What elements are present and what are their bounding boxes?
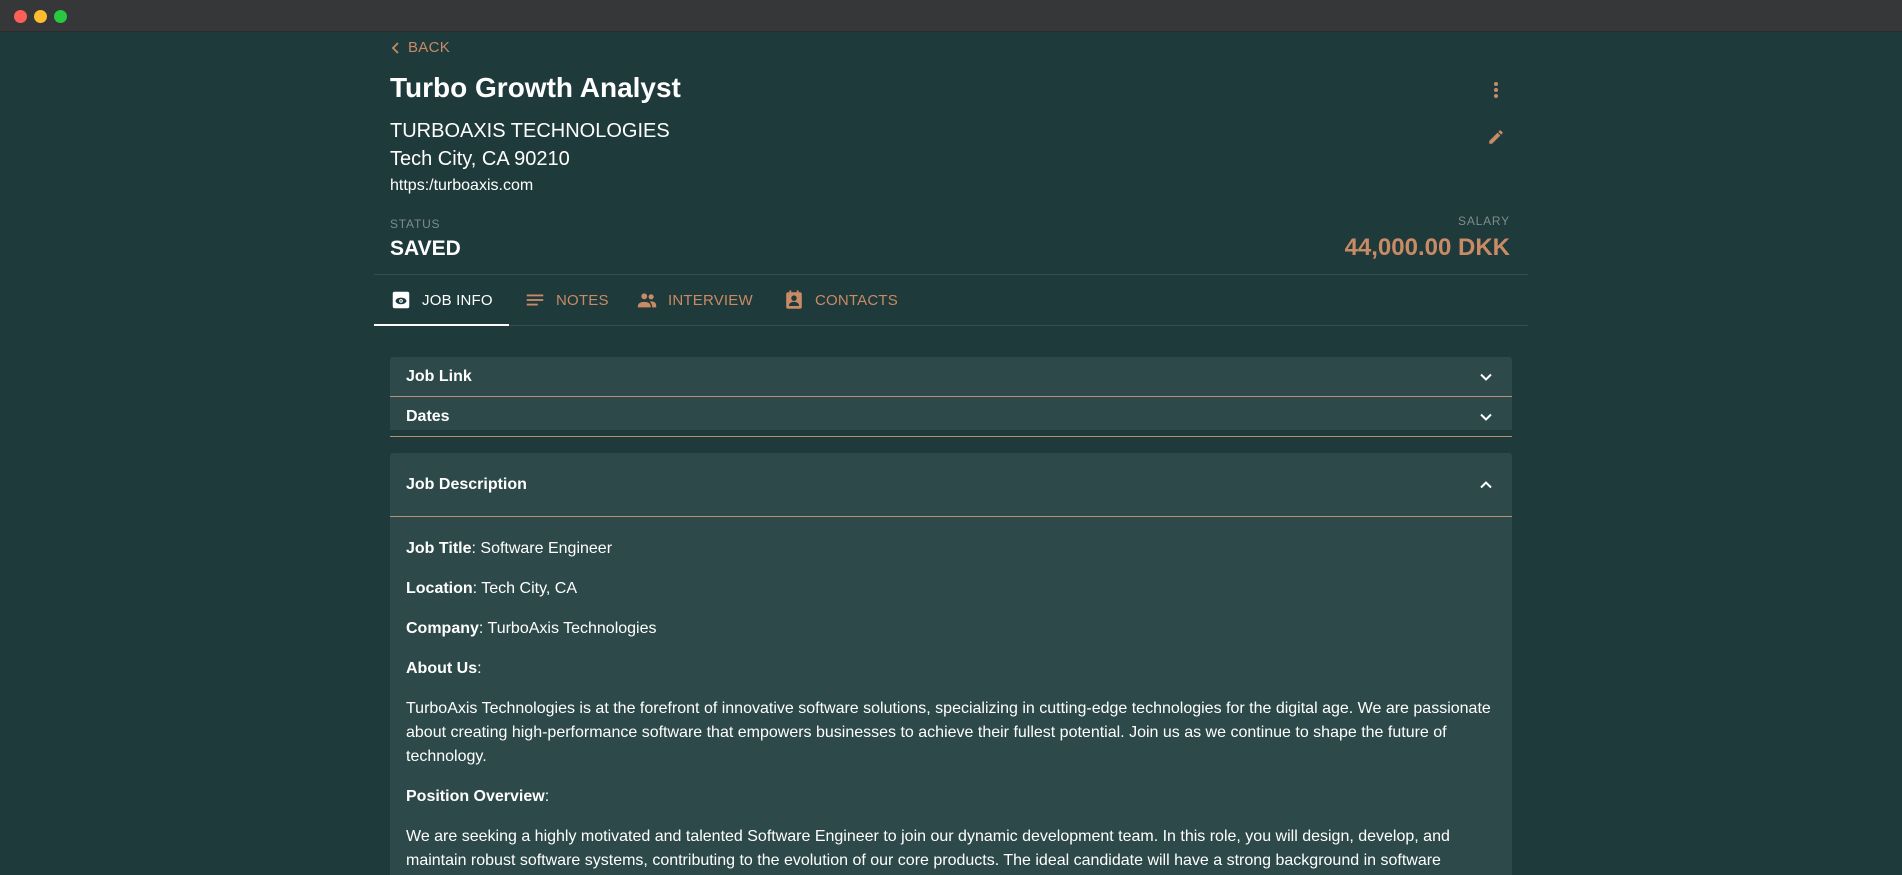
field-value: : Tech City, CA	[472, 580, 577, 597]
tab-interview-label: INTERVIEW	[668, 291, 753, 309]
window-maximize-button[interactable]	[54, 10, 67, 23]
description-line: Company: TurboAxis Technologies	[406, 617, 1496, 641]
tab-contacts[interactable]: CONTACTS	[783, 275, 898, 325]
description-line: Location: Tech City, CA	[406, 577, 1496, 601]
chevron-up-icon	[1480, 480, 1492, 488]
salary-value: 44,000.00 DKK	[1344, 234, 1510, 261]
people-icon	[637, 293, 657, 308]
job-description-section: Job Description Job Title: Software Engi…	[390, 453, 1512, 875]
about-paragraph: TurboAxis Technologies is at the forefro…	[406, 700, 1491, 765]
description-line: About Us:	[406, 657, 1496, 681]
contact-card-icon	[786, 290, 802, 309]
field-colon: :	[477, 660, 482, 677]
tab-notes-label: NOTES	[556, 291, 609, 309]
tab-interview[interactable]: INTERVIEW	[636, 275, 753, 325]
back-label: BACK	[408, 39, 451, 56]
pencil-icon	[1489, 130, 1503, 144]
field-value: : Software Engineer	[471, 540, 613, 557]
chevron-down-icon	[1480, 373, 1492, 381]
edit-button[interactable]	[1482, 123, 1510, 151]
back-button[interactable]: BACK	[390, 39, 450, 56]
chevron-down-icon	[1480, 413, 1492, 421]
more-options-button[interactable]	[1482, 76, 1510, 104]
field-label: Job Title	[406, 540, 472, 557]
more-vertical-icon	[1494, 82, 1498, 98]
overview-paragraph: We are seeking a highly motivated and ta…	[406, 828, 1450, 869]
accordion-group: Job Link Dates	[390, 357, 1512, 437]
description-line: Job Title: Software Engineer	[406, 537, 1496, 561]
field-label: Position Overview	[406, 788, 545, 805]
job-detail-page: BACK Turbo Growth Analyst TURBOAXIS TECH…	[374, 32, 1528, 875]
field-label: Location	[406, 580, 473, 597]
description-line: Position Overview:	[406, 785, 1496, 809]
field-value: : TurboAxis Technologies	[478, 620, 657, 637]
page-title: Turbo Growth Analyst	[390, 72, 681, 103]
status-label: STATUS	[390, 217, 441, 231]
field-colon: :	[544, 788, 550, 805]
field-label: Company	[406, 620, 479, 637]
job-description-title: Job Description	[406, 475, 527, 493]
job-description-body: Job Title: Software Engineer Location: T…	[390, 517, 1512, 873]
company-name: TURBOAXIS TECHNOLOGIES	[390, 120, 670, 142]
notes-lines-icon	[526, 294, 544, 306]
section-divider	[390, 436, 1512, 437]
window-titlebar	[0, 0, 1902, 32]
tab-contacts-label: CONTACTS	[815, 291, 898, 309]
tab-bar: JOB INFO NOTES INTERVIEW CONTACTS	[374, 274, 1528, 326]
job-link-section-header[interactable]: Job Link	[390, 357, 1512, 396]
salary-label: SALARY	[1458, 214, 1510, 228]
company-website[interactable]: https:/turboaxis.com	[390, 177, 533, 195]
dates-section-header[interactable]: Dates	[390, 397, 1512, 436]
window-minimize-button[interactable]	[34, 10, 47, 23]
company-location: Tech City, CA 90210	[390, 148, 570, 170]
tab-notes[interactable]: NOTES	[524, 275, 609, 325]
status-value: SAVED	[390, 237, 461, 260]
window-close-button[interactable]	[14, 10, 27, 23]
tab-job-info[interactable]: JOB INFO	[374, 275, 509, 326]
job-link-title: Job Link	[406, 367, 472, 385]
job-description-section-header[interactable]: Job Description	[390, 453, 1512, 516]
tab-job-info-label: JOB INFO	[422, 291, 493, 309]
dates-title: Dates	[406, 407, 450, 425]
field-label: About Us	[406, 660, 478, 677]
chevron-left-icon	[391, 41, 399, 54]
eye-badge-icon	[392, 291, 410, 309]
